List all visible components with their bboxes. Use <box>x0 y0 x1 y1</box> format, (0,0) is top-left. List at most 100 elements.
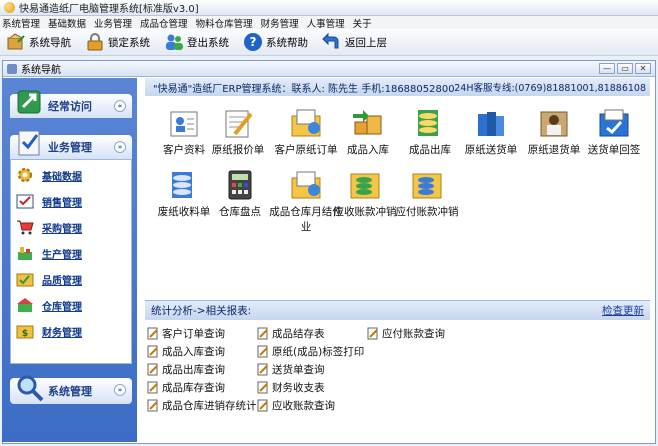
svg-text:$: $ <box>22 329 28 339</box>
report-customer-order-query[interactable]: 客户订单查询 <box>147 326 225 341</box>
module-payable-writeoff[interactable]: 应付账款冲销 <box>393 168 461 219</box>
system-navigation-button[interactable]: 系统导航 <box>6 32 71 52</box>
waste-database-icon <box>167 168 201 202</box>
edit-document-icon <box>147 399 159 412</box>
nav-group-system[interactable]: 系统管理 » <box>10 375 132 404</box>
reports-title: 统计分析->相关报表: <box>151 305 252 317</box>
close-button[interactable]: ✕ <box>635 63 651 74</box>
contact-info: "快易通"造纸厂ERP管理系统：联系人: 陈先生 手机:18688052800 <box>153 83 455 95</box>
edit-document-icon <box>257 381 269 394</box>
reports-header: 统计分析->相关报表: 检查更新 <box>145 300 650 320</box>
module-waste-paper-receipt[interactable]: 废纸收料单 <box>153 168 215 219</box>
menu-material-warehouse[interactable]: 物料仓库管理 <box>196 16 253 30</box>
toolbar: 系统导航 锁定系统 登出系统 ? 系统帮助 返回上层 <box>0 29 658 56</box>
report-product-outbound-query[interactable]: 成品出库查询 <box>147 362 225 377</box>
report-warehouse-io-stats[interactable]: 成品仓库进销存统计 <box>147 398 257 413</box>
back-button[interactable]: 返回上层 <box>322 32 387 52</box>
sidebar-item-warehouse[interactable]: 仓库管理 <box>16 296 82 314</box>
report-product-inbound-query[interactable]: 成品入库查询 <box>147 344 225 359</box>
menu-about[interactable]: 关于 <box>353 16 372 30</box>
cart-icon <box>16 218 34 236</box>
customer-icon <box>167 106 201 140</box>
finance-icon: $ <box>16 322 34 340</box>
edit-document-icon <box>147 363 159 376</box>
contact-header: "快易通"造纸厂ERP管理系统：联系人: 陈先生 手机:18688052800 … <box>145 78 650 96</box>
left-navigation: 经常访问 « 业务管理 » 基础数据 销售管理 采购管理 生产管理 品质管理 仓… <box>2 78 137 442</box>
lock-system-button[interactable]: 锁定系统 <box>85 32 150 52</box>
lock-icon <box>85 32 105 52</box>
menu-product-warehouse[interactable]: 成品仓管理 <box>140 16 188 30</box>
menu-business[interactable]: 业务管理 <box>94 16 132 30</box>
check-update-link[interactable]: 检查更新 <box>602 303 644 318</box>
module-delivery-sign-back[interactable]: 送货单回签 <box>579 106 649 157</box>
menu-finance[interactable]: 财务管理 <box>261 16 299 30</box>
edit-document-icon <box>257 345 269 358</box>
payable-database-icon <box>410 168 444 202</box>
module-paper-delivery[interactable]: 原纸送货单 <box>457 106 525 157</box>
nav-group-business[interactable]: 业务管理 » <box>10 130 132 159</box>
sidebar-item-purchase[interactable]: 采购管理 <box>16 218 82 236</box>
minimize-button[interactable]: — <box>599 63 615 74</box>
restore-button[interactable]: ▭ <box>617 63 633 74</box>
reports-area: 客户订单查询 成品入库查询 成品出库查询 成品库存查询 成品仓库进销存统计 成品… <box>145 320 650 438</box>
inbound-boxes-icon <box>351 106 385 140</box>
window-title: 快易通造纸厂电脑管理系统[标准版v3.0] <box>19 4 199 15</box>
pencil-document-icon <box>221 106 255 140</box>
return-person-icon <box>537 106 571 140</box>
menu-hr[interactable]: 人事管理 <box>307 16 345 30</box>
nav-group-frequent[interactable]: 经常访问 « <box>10 90 132 118</box>
module-customer-info[interactable]: 客户资料 <box>153 106 215 157</box>
report-label-print[interactable]: 原纸(成品)标签打印 <box>257 344 364 359</box>
svg-text:?: ? <box>250 35 257 49</box>
help-button[interactable]: ? 系统帮助 <box>243 32 308 52</box>
module-paper-quote[interactable]: 原纸报价单 <box>207 106 269 157</box>
hotline-info: 24H客服专线:(0769)81881001,81886108 <box>454 83 646 94</box>
expand-chevron-icon[interactable]: » <box>114 141 126 153</box>
sidebar-item-basic-data[interactable]: 基础数据 <box>16 166 82 184</box>
report-delivery-query[interactable]: 送货单查询 <box>257 362 325 377</box>
modules-grid: 客户资料 原纸报价单 客户原纸订单 成品入库 成品出库 原纸送货单 原纸退货单 … <box>145 96 650 300</box>
app-icon <box>4 2 15 13</box>
module-inventory-count[interactable]: 仓库盘点 <box>209 168 271 219</box>
magnifier-icon <box>14 372 46 404</box>
menu-bar: 系统管理 基础数据 业务管理 成品仓管理 物料仓库管理 财务管理 人事管理 关于 <box>0 16 658 30</box>
gear-icon <box>16 166 34 184</box>
books-icon <box>474 106 508 140</box>
frequent-access-icon <box>14 86 46 118</box>
collapse-chevron-icon[interactable]: « <box>114 100 126 112</box>
production-icon <box>16 244 34 262</box>
menu-basic-data[interactable]: 基础数据 <box>48 16 86 30</box>
closing-folder-icon <box>289 168 323 202</box>
title-bar: 快易通造纸厂电脑管理系统[标准版v3.0] <box>0 0 658 16</box>
module-product-inbound[interactable]: 成品入库 <box>337 106 399 157</box>
edit-document-icon <box>147 345 159 358</box>
report-product-balance[interactable]: 成品结存表 <box>257 326 325 341</box>
quality-folder-icon <box>16 270 34 288</box>
users-icon <box>164 32 184 52</box>
sidebar-item-quality[interactable]: 品质管理 <box>16 270 82 288</box>
expand-chevron-icon[interactable]: » <box>114 384 126 396</box>
edit-document-icon <box>147 327 159 340</box>
back-arrow-icon <box>322 32 342 52</box>
warehouse-icon <box>16 296 34 314</box>
report-product-stock-query[interactable]: 成品库存查询 <box>147 380 225 395</box>
report-payable-query[interactable]: 应付账款查询 <box>367 326 445 341</box>
order-folder-icon <box>289 106 323 140</box>
receivable-database-icon <box>348 168 382 202</box>
report-finance-statement[interactable]: 财务收支表 <box>257 380 325 395</box>
sidebar-item-finance[interactable]: $ 财务管理 <box>16 322 82 340</box>
edit-document-icon <box>257 327 269 340</box>
logout-button[interactable]: 登出系统 <box>164 32 229 52</box>
sidebar-item-production[interactable]: 生产管理 <box>16 244 82 262</box>
window-icon <box>7 63 17 74</box>
help-icon: ? <box>243 32 263 52</box>
module-product-outbound[interactable]: 成品出库 <box>399 106 461 157</box>
edit-document-icon <box>257 363 269 376</box>
menu-system[interactable]: 系统管理 <box>2 16 40 30</box>
sidebar-item-sales[interactable]: 销售管理 <box>16 192 82 210</box>
edit-document-icon <box>367 327 379 340</box>
calculator-icon <box>223 168 257 202</box>
module-receivable-writeoff[interactable]: 应收账款冲销 <box>331 168 399 219</box>
report-receivable-query[interactable]: 应收账款查询 <box>257 398 335 413</box>
module-customer-order[interactable]: 客户原纸订单 <box>267 106 345 157</box>
